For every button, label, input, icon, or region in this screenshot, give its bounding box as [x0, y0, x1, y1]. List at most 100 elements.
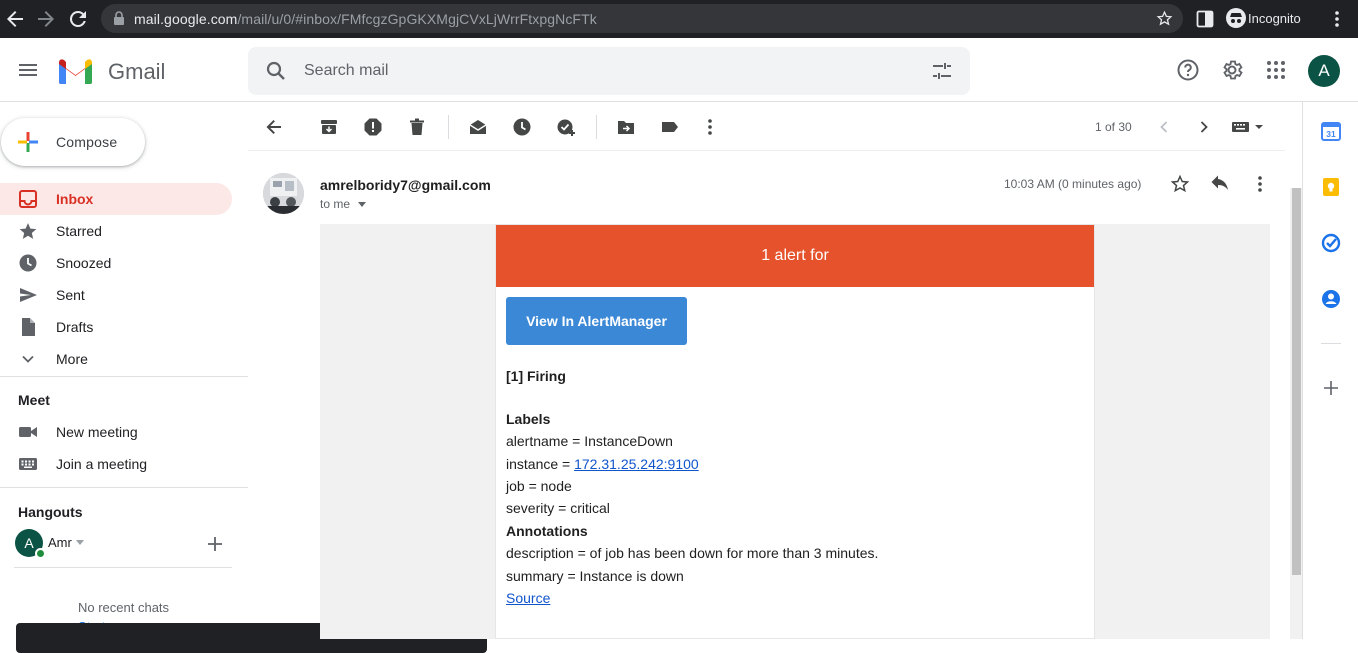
label-instance: instance = 172.31.25.242:9100	[506, 456, 699, 472]
sender-email[interactable]: amrelboridy7@gmail.com	[320, 177, 491, 193]
toolbar-separator	[596, 115, 597, 139]
recipient-details-dropdown-icon[interactable]	[358, 202, 366, 207]
delete-trash-icon[interactable]	[407, 117, 427, 137]
browser-toolbar: mail.google.com/mail/u/0/#inbox/FMfcgzGp…	[0, 0, 1358, 38]
snooze-clock-icon[interactable]	[512, 117, 532, 137]
new-meeting-item[interactable]: New meeting	[0, 416, 232, 448]
sidebar-item-sent[interactable]: Sent	[0, 279, 232, 311]
sidebar-divider	[0, 487, 248, 488]
source-link[interactable]: Source	[506, 590, 550, 606]
scrollbar-thumb[interactable]	[1292, 188, 1301, 575]
hangouts-divider	[14, 567, 232, 568]
label-severity: severity = critical	[506, 500, 610, 516]
tasks-icon[interactable]	[1321, 233, 1341, 253]
archive-icon[interactable]	[319, 117, 339, 137]
move-to-folder-icon[interactable]	[616, 117, 636, 137]
hangouts-section-title: Hangouts	[18, 504, 83, 520]
no-recent-chats-text: No recent chats	[78, 600, 170, 615]
newer-chevron-left-icon[interactable]	[1154, 117, 1174, 137]
search-options-icon[interactable]	[930, 59, 954, 83]
reload-icon[interactable]	[66, 7, 90, 31]
new-chat-plus-icon[interactable]	[207, 536, 223, 552]
search-icon[interactable]	[264, 59, 288, 83]
search-input[interactable]	[304, 59, 904, 83]
label-alertname: alertname = InstanceDown	[506, 433, 673, 449]
forward-arrow-icon[interactable]	[34, 7, 58, 31]
star-icon	[18, 221, 38, 241]
draft-icon	[18, 317, 38, 337]
status-dropdown-icon[interactable]	[76, 540, 84, 545]
inbox-icon	[18, 189, 38, 209]
search-bar[interactable]	[248, 47, 970, 95]
incognito-chip[interactable]: Incognito	[1224, 5, 1320, 32]
alert-banner: 1 alert for	[496, 225, 1094, 287]
incognito-icon	[1226, 8, 1246, 28]
sidebar-item-snoozed[interactable]: Snoozed	[0, 247, 232, 279]
gmail-wordmark: Gmail	[108, 59, 166, 84]
star-message-icon[interactable]	[1170, 174, 1190, 194]
compose-plus-icon	[16, 130, 40, 154]
message-more-icon[interactable]	[1250, 174, 1270, 194]
reply-icon[interactable]	[1210, 174, 1230, 194]
calendar-icon[interactable]: 31	[1321, 121, 1341, 141]
help-icon[interactable]	[1176, 58, 1200, 82]
sidebar-item-label: Inbox	[56, 191, 94, 207]
input-tools-keyboard-icon[interactable]	[1231, 117, 1267, 137]
label-job: job = node	[506, 478, 572, 494]
rail-divider	[1321, 343, 1341, 344]
sidebar-item-more[interactable]: More	[0, 343, 232, 375]
page-count: 1 of 30	[1095, 120, 1132, 134]
address-bar[interactable]: mail.google.com/mail/u/0/#inbox/FMfcgzGp…	[101, 4, 1183, 33]
sidebar-item-inbox[interactable]: Inbox	[0, 183, 232, 215]
annotation-description: description = of job has been down for m…	[506, 545, 879, 561]
main-menu-icon[interactable]	[16, 58, 40, 82]
report-spam-icon[interactable]	[363, 117, 383, 137]
keep-notes-icon[interactable]	[1321, 177, 1341, 197]
send-icon	[18, 285, 38, 305]
back-arrow-icon[interactable]	[3, 7, 27, 31]
account-avatar[interactable]: A	[1308, 55, 1340, 87]
annotation-summary: summary = Instance is down	[506, 568, 684, 584]
browser-menu-icon[interactable]	[1328, 9, 1346, 29]
label-tag-icon[interactable]	[660, 117, 680, 137]
view-in-alertmanager-button[interactable]: View In AlertManager	[506, 297, 687, 345]
meet-section-title: Meet	[18, 392, 50, 408]
mark-unread-icon[interactable]	[468, 117, 488, 137]
keyboard-icon	[18, 454, 38, 474]
instance-prefix: instance =	[506, 456, 575, 472]
labels-heading: Labels	[506, 411, 551, 427]
gmail-logo-icon[interactable]	[57, 57, 94, 85]
annotations-heading: Annotations	[506, 523, 588, 539]
instance-link[interactable]: 172.31.25.242:9100	[574, 456, 699, 472]
bookmark-star-icon[interactable]	[1156, 10, 1173, 27]
sender-avatar[interactable]	[263, 173, 304, 214]
recipient-text[interactable]: to me	[320, 197, 350, 211]
join-meeting-item[interactable]: Join a meeting	[0, 448, 232, 480]
sidebar-item-label: Sent	[56, 287, 85, 303]
clock-icon	[18, 253, 38, 273]
new-meeting-label: New meeting	[56, 424, 138, 440]
back-to-inbox-icon[interactable]	[264, 117, 284, 137]
hangouts-user-name[interactable]: Amr	[48, 535, 72, 550]
compose-button[interactable]: Compose	[1, 118, 145, 166]
get-addons-plus-icon[interactable]	[1321, 378, 1341, 398]
older-chevron-right-icon[interactable]	[1194, 117, 1214, 137]
firing-count: [1] Firing	[506, 368, 566, 384]
contacts-icon[interactable]	[1321, 289, 1341, 309]
sidebar-item-label: Drafts	[56, 319, 94, 335]
more-options-icon[interactable]	[700, 117, 720, 137]
gmail-header: Gmail A	[0, 38, 1358, 102]
add-to-tasks-icon[interactable]	[556, 117, 576, 137]
sidebar-item-starred[interactable]: Starred	[0, 215, 232, 247]
join-meeting-label: Join a meeting	[56, 456, 148, 472]
apps-grid-icon[interactable]	[1264, 58, 1288, 82]
sidebar-item-label: Starred	[56, 223, 102, 239]
sidebar-item-label: Snoozed	[56, 255, 112, 271]
lock-icon[interactable]	[113, 11, 125, 26]
side-panel-icon[interactable]	[1196, 10, 1214, 28]
source-line: Source	[506, 590, 550, 606]
chevron-down-icon	[18, 349, 38, 369]
sidebar-item-drafts[interactable]: Drafts	[0, 311, 232, 343]
settings-gear-icon[interactable]	[1220, 58, 1244, 82]
sidebar-divider	[0, 376, 248, 377]
